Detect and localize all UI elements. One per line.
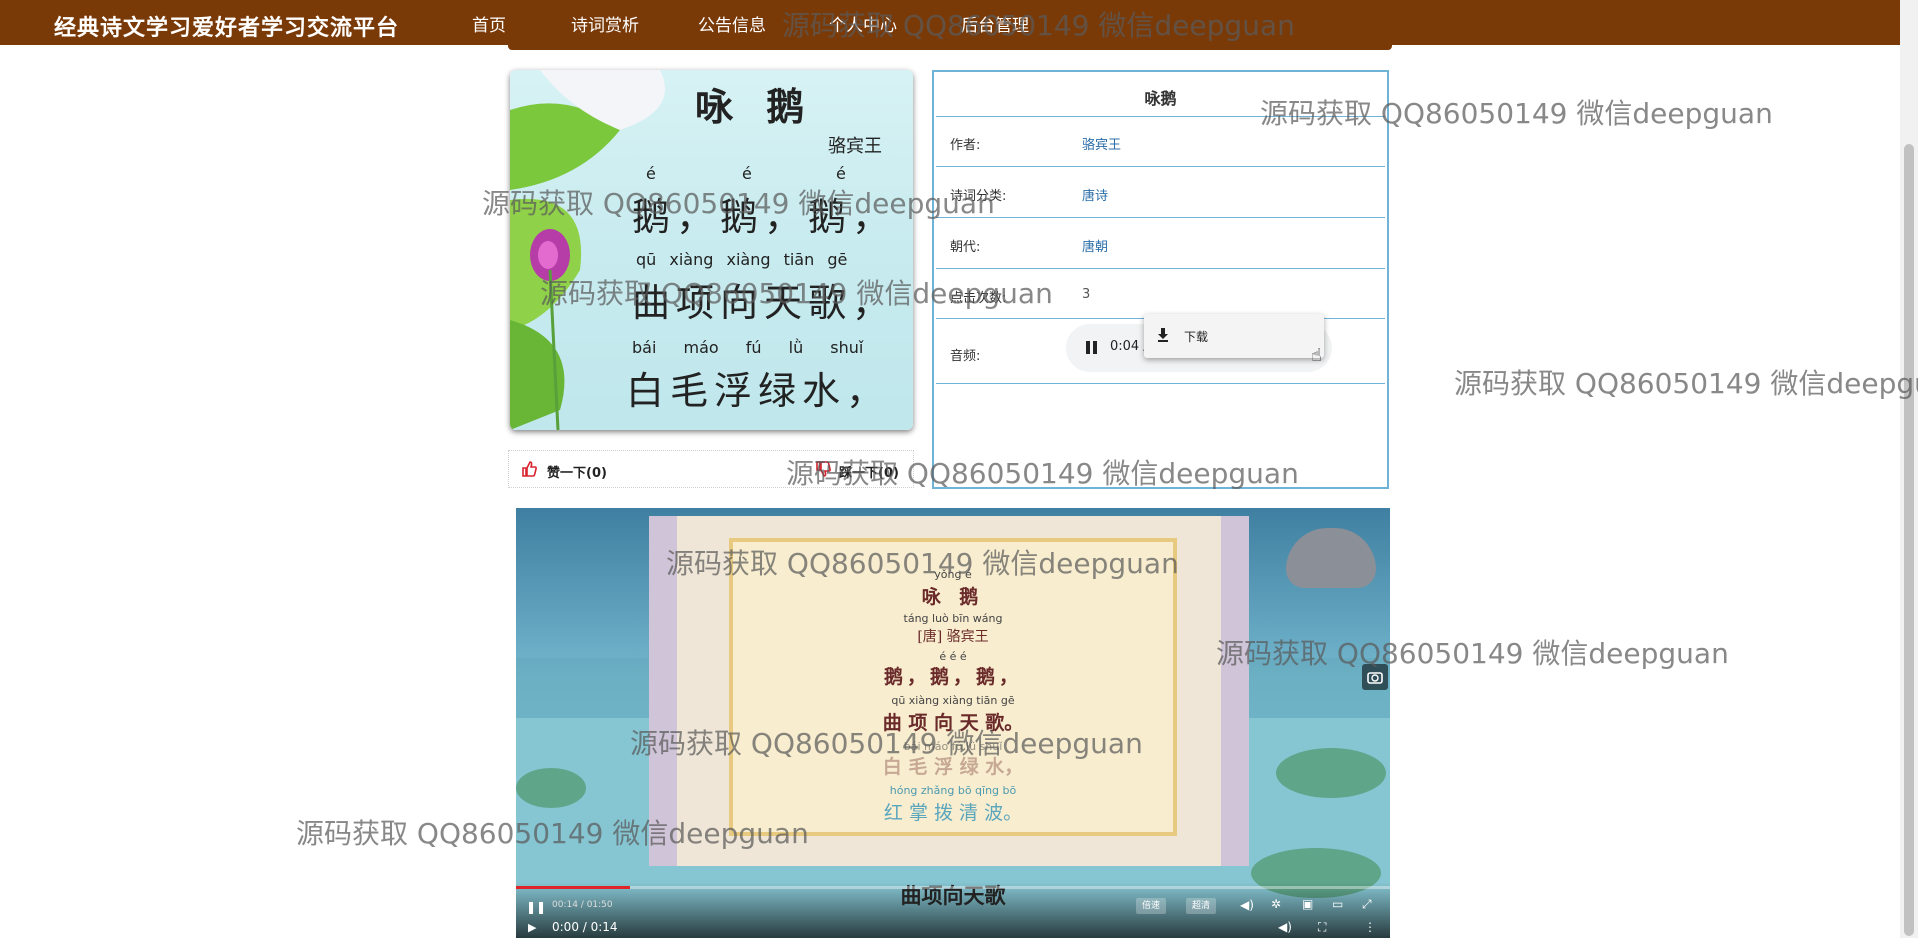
poem-image: 咏 鹅 骆宾王 é é é 鹅，鹅，鹅， qū xiàng xiàng tiān… (510, 70, 913, 430)
image-pinyin: qū xiàng xiàng tiān gē (636, 250, 848, 269)
nav-announcements[interactable]: 公告信息 (698, 11, 766, 36)
info-label: 作者: (950, 138, 981, 153)
video-pinyin: qū xiàng xiàng tiān gē (891, 694, 1015, 707)
watermark: 源码获取 QQ86050149 微信deepguan (482, 187, 995, 220)
nav-poem-appreciation[interactable]: 诗词赏析 (571, 11, 639, 36)
like-button[interactable]: 赞一下(0) (547, 462, 607, 481)
video-pinyin: táng luò bīn wáng (903, 612, 1003, 625)
video-subtitle: 曲项向天歌 (900, 884, 1006, 908)
nav-home[interactable]: 首页 (472, 11, 506, 36)
video-time: 0:00 / 0:14 (552, 920, 618, 934)
widescreen-icon[interactable]: ▭ (1332, 897, 1343, 911)
video-scroll-paper: yǒng é 咏 鹅 táng luò bīn wáng [唐] 骆宾王 é é… (729, 538, 1177, 836)
watermark: 源码获取 QQ86050149 微信deepguan (296, 817, 809, 850)
video-progress-bar[interactable] (516, 886, 1390, 889)
image-pinyin: é (836, 164, 846, 183)
audio-time: 0:04 / (1110, 339, 1148, 354)
video-poem-author: [唐] 骆宾王 (917, 629, 989, 645)
info-label: 朝代: (950, 240, 981, 255)
nav-underline (508, 44, 1392, 50)
watermark: 源码获取 QQ86050149 微信deepguan (666, 547, 1179, 580)
image-pinyin: é (742, 164, 752, 183)
download-menu-item[interactable]: 下载 (1184, 328, 1208, 345)
download-icon (1158, 328, 1168, 342)
video-poem-line: 鹅，鹅，鹅， (883, 666, 1022, 688)
watermark: 源码获取 QQ86050149 微信deepguan (786, 457, 1299, 490)
info-row-category: 诗词分类: 唐诗 (936, 166, 1385, 217)
site-brand[interactable]: 经典诗文学习爱好者学习交流平台 (54, 10, 399, 42)
lily-pad (1276, 748, 1386, 798)
scrollbar-thumb[interactable] (1904, 144, 1914, 936)
watermark: 源码获取 QQ86050149 微信deepguan (1454, 367, 1918, 400)
image-pinyin: bái máo fú lǜ shuǐ (632, 338, 864, 357)
quality-button[interactable]: 超清 (1186, 898, 1217, 914)
image-poem-title: 咏 鹅 (695, 84, 815, 129)
info-label: 音频: (950, 349, 981, 364)
video-progress-fill (516, 886, 630, 889)
settings-icon[interactable]: ✲ (1271, 897, 1281, 911)
hand-cursor-icon: ☝ (1311, 345, 1322, 366)
image-poem-line: 白毛浮绿水， (626, 369, 891, 413)
watermark: 源码获取 QQ86050149 微信deepguan (1216, 637, 1729, 670)
pause-icon[interactable] (1086, 341, 1098, 355)
volume-icon[interactable]: ◀) (1278, 920, 1292, 934)
watermark: 源码获取 QQ86050149 微信deepguan (1260, 97, 1773, 130)
watermark: 源码获取 QQ86050149 微信deepguan (630, 727, 1143, 760)
speed-button[interactable]: 倍速 (1136, 898, 1167, 914)
fullscreen-icon[interactable]: ⛶ (1318, 920, 1326, 935)
volume-icon[interactable]: ◀) (1240, 898, 1254, 912)
info-value: 3 (1082, 287, 1091, 302)
video-inner-time: 00:14 / 01:50 (552, 900, 613, 910)
pause-icon[interactable]: ❚❚ (526, 900, 546, 914)
info-value: 唐朝 (1082, 240, 1109, 255)
image-pinyin: é (646, 164, 656, 183)
image-poem-author: 骆宾王 (828, 136, 882, 157)
lily-pad (516, 768, 586, 808)
video-poem-title: 咏 鹅 (921, 586, 985, 608)
audio-context-menu: 下载 (1144, 314, 1324, 358)
video-pinyin: hóng zhǎng bō qīng bō (889, 784, 1017, 797)
info-row-dynasty: 朝代: 唐朝 (936, 217, 1385, 268)
pip-icon[interactable]: ▣ (1302, 897, 1313, 911)
play-icon[interactable]: ▶ (528, 921, 536, 934)
info-value: 骆宾王 (1082, 138, 1122, 153)
watermark: 源码获取 QQ86050149 微信deepguan (540, 277, 1053, 310)
info-value: 唐诗 (1082, 189, 1109, 204)
thumbs-up-icon[interactable] (521, 461, 537, 477)
more-options-icon[interactable]: ⋮ (1364, 920, 1376, 934)
fullscreen-icon[interactable]: ⤢ (1362, 897, 1372, 912)
watermark: 源码获取 QQ86050149 微信deepguan (782, 9, 1295, 42)
